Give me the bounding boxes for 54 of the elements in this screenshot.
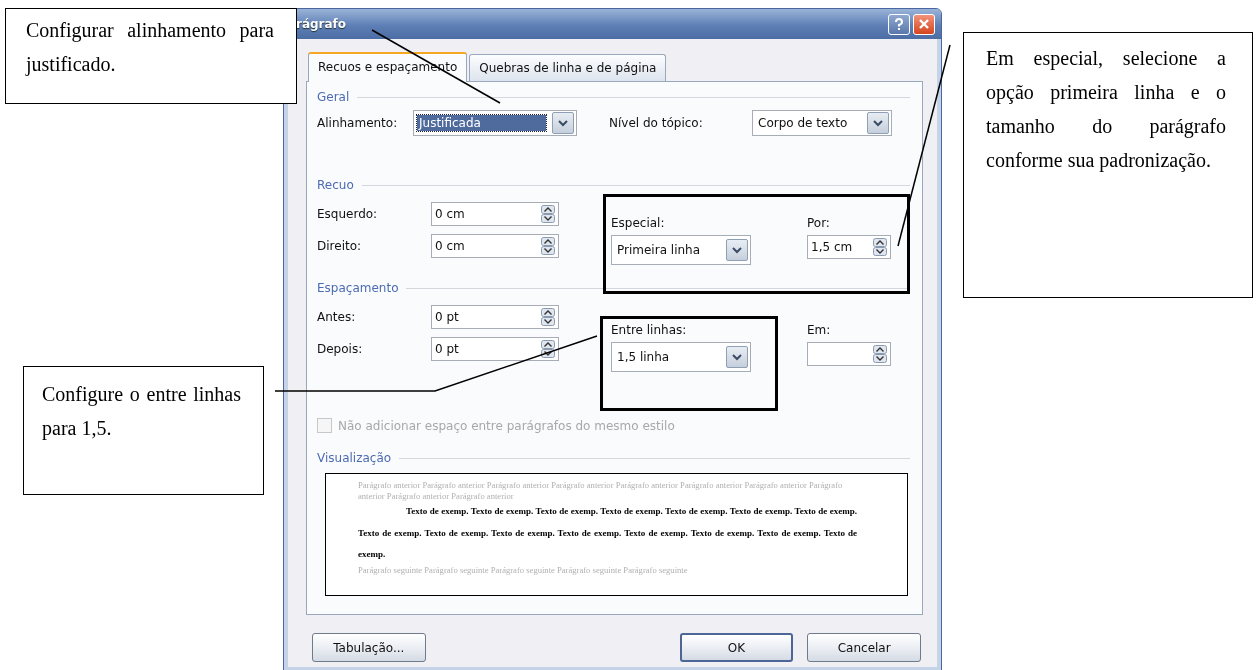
window-title: rágrafo: [296, 17, 347, 31]
spin-field[interactable]: 1,5 cm: [807, 235, 891, 259]
callout-text: Configure o entre linhas para 1,5.: [42, 382, 241, 442]
close-icon: [919, 19, 929, 29]
spin-field[interactable]: 0 pt: [431, 337, 559, 361]
dropdown-value: Corpo de texto: [757, 115, 849, 131]
callout-text: Em especial, selecione a opção primeira linha e o tamanho do parágrafo conforme sua padronização.: [986, 46, 1226, 174]
section-heading: Espaçamento: [317, 281, 399, 295]
field-label: Nível do tópico:: [609, 116, 704, 130]
field-label: Direito:: [317, 239, 363, 253]
spin-arrows-icon: [873, 238, 887, 256]
preview-text: Parágrafo anterior Parágrafo anterior Parágrafo anterior Parágrafo anterior Parágrafo anterior Parágrafo anterior Parágrafo anterior Parágrafo anterior Parágrafo anterior Parágrafo anterior: [358, 480, 844, 502]
section-heading: Recuo: [317, 178, 354, 192]
section-heading: Geral: [317, 90, 350, 104]
spin-arrows-icon: [541, 308, 555, 326]
caret-icon: [732, 353, 742, 361]
checkbox-label: Não adicionar espaço entre parágrafos do mesmo estilo: [338, 418, 675, 433]
spin-field[interactable]: 0 cm: [431, 202, 559, 226]
caret-icon: [873, 119, 883, 127]
field-label: Em:: [807, 323, 831, 337]
dialog-button[interactable]: Tabulação...: [312, 633, 426, 662]
field-label: Alinhamento:: [317, 116, 399, 130]
caret-icon: [558, 119, 568, 127]
dropdown[interactable]: Primeira linha: [611, 235, 751, 265]
dialog-button[interactable]: Cancelar: [807, 633, 921, 662]
spin-field[interactable]: 0 cm: [431, 234, 559, 258]
preview-text: Texto de exemp. Texto de exemp. Texto de exemp. Texto de exemp. Texto de exemp. Texto de exemp. Texto de exemp. Texto de exemp. Texto de exemp. Texto de exemp. Texto de exemp. Texto de exemp. Texto de exemp. Texto de exemp. Texto de exemp.: [358, 505, 857, 561]
dropdown[interactable]: Justificada: [413, 110, 577, 136]
dropdown[interactable]: 1,5 linha: [611, 342, 751, 372]
callout-text: Configurar alinhamento para justificado.: [26, 18, 274, 78]
spin-arrows-icon: [873, 345, 887, 363]
dropdown-value: Justificada: [417, 115, 546, 131]
field-label: Esquerdo:: [317, 207, 379, 221]
field-label: Por:: [807, 216, 830, 230]
tab[interactable]: Quebras de linha e de página: [469, 54, 667, 81]
spin-arrows-icon: [541, 205, 555, 223]
field-label: Especial:: [611, 216, 665, 230]
help-button[interactable]: [888, 13, 910, 35]
field-label: Entre linhas:: [611, 323, 687, 337]
spin-field[interactable]: 0 pt: [431, 305, 559, 329]
dropdown[interactable]: Corpo de texto: [752, 110, 892, 136]
spin-field[interactable]: [807, 342, 891, 366]
dropdown-value: 1,5 linha: [616, 349, 671, 365]
section-heading: Visualização: [317, 451, 392, 465]
preview-text: Parágrafo seguinte Parágrafo seguinte Parágrafo seguinte Parágrafo seguinte Parágrafo seguinte: [358, 564, 689, 576]
dialog-button[interactable]: OK: [679, 633, 794, 662]
spin-arrows-icon: [541, 340, 555, 358]
field-label: Antes:: [317, 310, 357, 324]
spin-arrows-icon: [541, 237, 555, 255]
help-icon: [894, 18, 904, 30]
dropdown-value: Primeira linha: [616, 242, 702, 258]
caret-icon: [732, 246, 742, 254]
close-button[interactable]: [913, 13, 935, 35]
field-label: Depois:: [317, 342, 364, 356]
